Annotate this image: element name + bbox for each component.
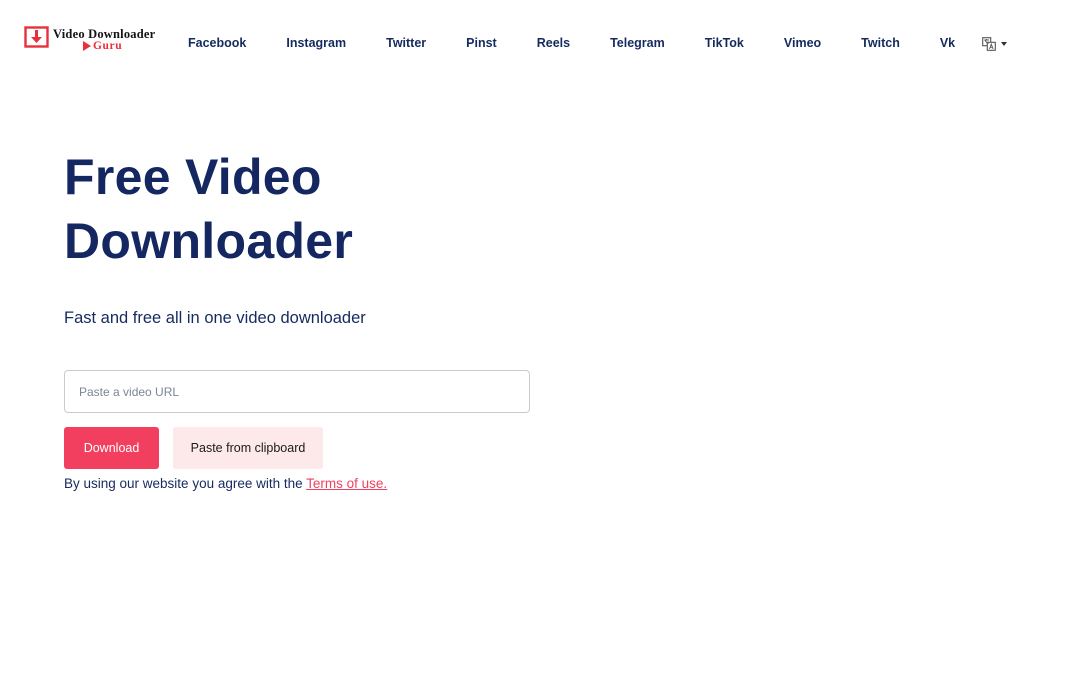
top-navbar: Video Downloader Guru Facebook Instagram… <box>0 0 1080 86</box>
hero-section: Free Video Downloader <box>64 145 584 273</box>
language-dropdown[interactable] <box>982 36 1012 52</box>
terms-of-use-link[interactable]: Terms of use. <box>306 476 387 491</box>
nav-link-telegram[interactable]: Telegram <box>590 36 685 50</box>
hero-title-line1: Free Video <box>64 149 322 205</box>
download-box-icon <box>24 26 49 48</box>
hero-title: Free Video Downloader <box>64 145 584 273</box>
nav-link-vimeo[interactable]: Vimeo <box>764 36 841 50</box>
nav-link-twitter[interactable]: Twitter <box>366 36 446 50</box>
site-logo[interactable]: Video Downloader Guru <box>24 26 159 56</box>
hero-subtitle: Fast and free all in one video downloade… <box>64 309 366 327</box>
nav-links: Facebook Instagram Twitter Pinst Reels T… <box>168 34 975 52</box>
paste-from-clipboard-button[interactable]: Paste from clipboard <box>173 427 323 469</box>
nav-link-instagram[interactable]: Instagram <box>266 36 366 50</box>
translate-icon <box>982 37 996 51</box>
nav-link-pinst[interactable]: Pinst <box>446 36 517 50</box>
hero-title-line2: Downloader <box>64 213 354 269</box>
nav-link-twitch[interactable]: Twitch <box>841 36 920 50</box>
nav-link-tiktok[interactable]: TikTok <box>685 36 764 50</box>
video-url-input[interactable] <box>64 370 530 413</box>
logo-text-secondary: Guru <box>93 40 123 52</box>
nav-link-vk[interactable]: Vk <box>920 36 975 50</box>
play-triangle-icon <box>83 41 91 51</box>
terms-notice: By using our website you agree with the … <box>64 476 387 491</box>
nav-link-facebook[interactable]: Facebook <box>168 36 266 50</box>
download-button[interactable]: Download <box>64 427 159 469</box>
chevron-down-icon <box>1001 42 1007 46</box>
terms-prefix: By using our website you agree with the <box>64 476 307 491</box>
nav-link-reels[interactable]: Reels <box>517 36 590 50</box>
